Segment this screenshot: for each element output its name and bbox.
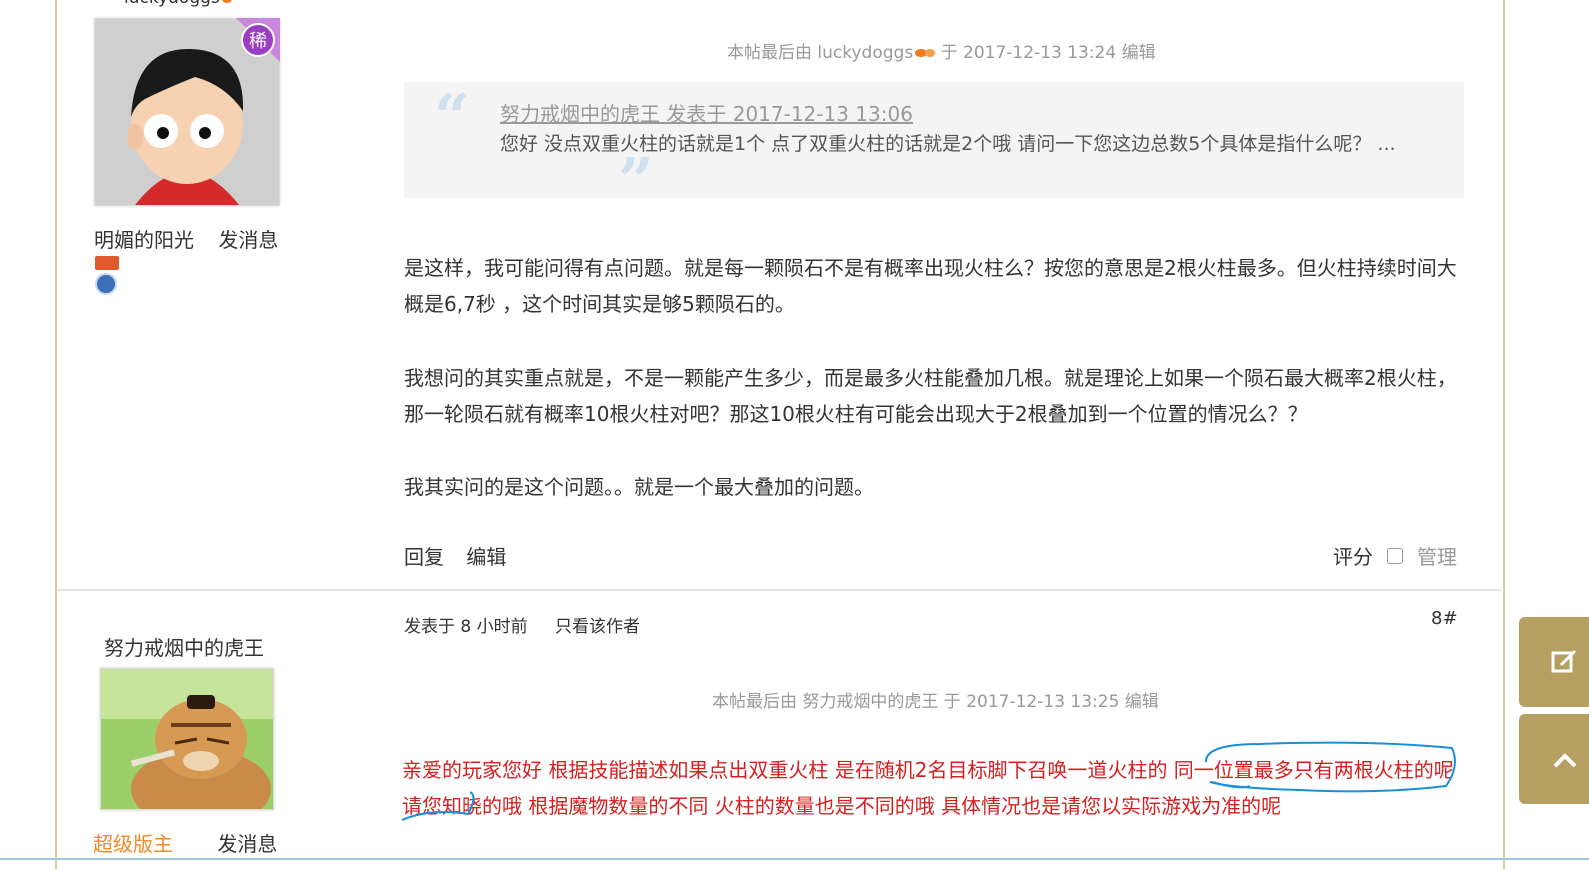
manage-link[interactable]: 管理	[1417, 541, 1457, 570]
quote-close-icon: ”	[618, 144, 654, 217]
post2-reply-text: 亲爱的玩家您好 根据技能描述如果点出双重火柱 是在随机2名目标脚下召唤一道火柱的…	[402, 758, 1454, 818]
badge-icon[interactable]	[95, 273, 117, 295]
only-author-link[interactable]: 只看该作者	[555, 617, 640, 637]
floating-edit-button[interactable]	[1519, 617, 1589, 707]
svg-text:稀: 稀	[249, 31, 267, 52]
bottom-border	[0, 858, 1589, 860]
post-divider	[57, 589, 1501, 591]
post2-role-label[interactable]: 超级版主	[93, 832, 173, 856]
post2-avatar[interactable]	[100, 668, 274, 810]
reply-link[interactable]: 回复	[404, 545, 444, 569]
flame-icon	[221, 0, 232, 3]
post1-author-row: 明媚的阳光 发消息	[94, 224, 278, 253]
rate-link[interactable]: 评分	[1333, 541, 1373, 570]
medal-icon[interactable]	[95, 256, 119, 270]
edit-link[interactable]: 编辑	[466, 545, 506, 569]
post1-author-name[interactable]: 明媚的阳光	[94, 228, 194, 252]
edit-icon	[1551, 649, 1577, 673]
post2-author-meta-row: 超级版主 发消息	[93, 828, 277, 857]
post2-edit-note: 本帖最后由 努力戒烟中的虎王 于 2017-12-13 13:25 编辑	[712, 692, 1159, 712]
post1-paragraph-2: 我想问的其实重点就是，不是一颗能产生多少，而是最多火柱能叠加几根。就是理论上如果…	[404, 366, 1457, 426]
post1-admin-actions: 评分 管理	[1333, 541, 1457, 570]
post1-edit-user[interactable]: luckydoggs	[817, 43, 913, 63]
floor-number[interactable]: 8#	[1431, 608, 1458, 629]
post1-send-message-link[interactable]: 发消息	[218, 228, 278, 252]
scroll-top-icon	[1553, 753, 1577, 768]
post2-meta: 发表于 8 小时前 只看该作者	[404, 612, 662, 637]
medals	[95, 256, 119, 295]
post2-author-name[interactable]: 努力戒烟中的虎王	[104, 632, 264, 661]
rare-badge-icon: 稀	[236, 18, 280, 62]
tiger-king-avatar-icon	[101, 669, 273, 809]
post1-edit-note: 本帖最后由 luckydoggs 于 2017-12-13 13:24 编辑	[727, 43, 1156, 63]
post1-author-top-name[interactable]: luckydoggs	[124, 0, 232, 8]
flame-icon	[915, 49, 936, 57]
scroll-top-button[interactable]	[1519, 714, 1589, 804]
quote-open-icon: “	[434, 80, 470, 153]
quote-block: “ 努力戒烟中的虎王 发表于 2017-12-13 13:06 您好 没点双重火…	[404, 80, 1464, 217]
post2-send-message-link[interactable]: 发消息	[217, 832, 277, 856]
post1-actions: 回复 编辑	[404, 541, 522, 570]
quote-header-link[interactable]: 努力戒烟中的虎王 发表于 2017-12-13 13:06	[500, 98, 913, 127]
post2-posted-time: 发表于 8 小时前	[404, 617, 528, 637]
manage-checkbox[interactable]	[1387, 547, 1403, 564]
post1-paragraph-1: 是这样，我可能问得有点问题。就是每一颗陨石不是有概率出现火柱么？按您的意思是2根…	[404, 256, 1457, 316]
post1-paragraph-3: 我其实问的是这个问题。。就是一个最大叠加的问题。	[404, 475, 874, 499]
